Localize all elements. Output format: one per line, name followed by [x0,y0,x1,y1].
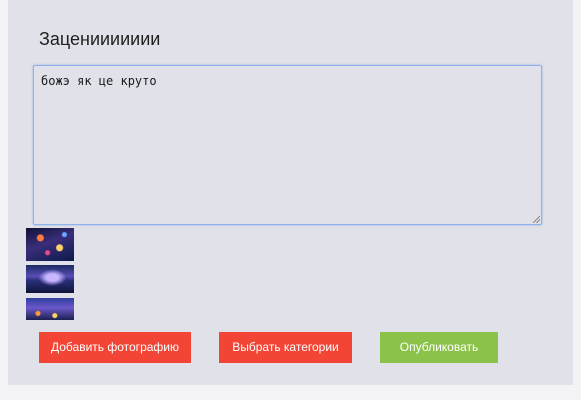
attached-photo-thumbnail[interactable] [26,228,74,261]
post-title: Зацениииииии [39,29,161,49]
attached-photo-thumbnail[interactable] [26,298,74,320]
post-text-value[interactable]: божэ як це круто [41,74,541,88]
post-text-area[interactable]: божэ як це круто [33,65,542,225]
post-composer-panel: Зацениииииии божэ як це круто Добавить ф… [8,0,573,385]
resize-handle-icon[interactable] [533,216,540,223]
choose-categories-button[interactable]: Выбрать категории [219,332,352,363]
attached-photo-thumbnail[interactable] [26,265,74,293]
add-photo-button[interactable]: Добавить фотографию [39,332,191,363]
publish-button[interactable]: Опубликовать [380,332,498,363]
